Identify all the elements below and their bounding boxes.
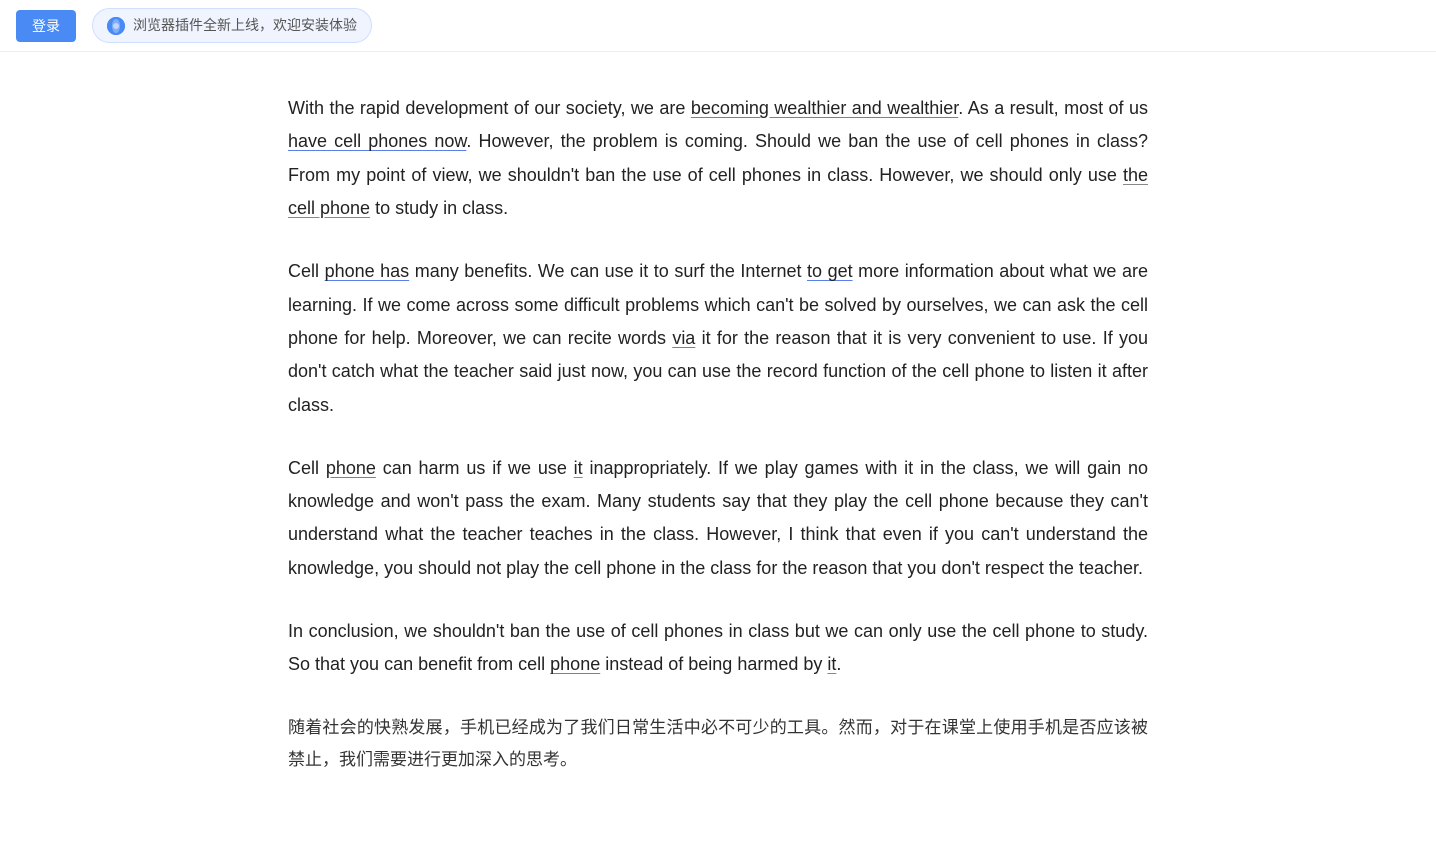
paragraph-2: Cell phone has many benefits. We can use… <box>288 255 1148 421</box>
underline-have-cell: have cell phones now <box>288 131 466 151</box>
paragraph-1: With the rapid development of our societ… <box>288 92 1148 225</box>
paragraph-4: In conclusion, we shouldn't ban the use … <box>288 615 1148 682</box>
underline-to-get: to get <box>807 261 853 281</box>
login-button[interactable]: 登录 <box>16 10 76 42</box>
content-area: With the rapid development of our societ… <box>268 52 1168 846</box>
paragraph-5-chinese: 随着社会的快熟发展，手机已经成为了我们日常生活中必不可少的工具。然而，对于在课堂… <box>288 712 1148 777</box>
plugin-icon <box>107 17 125 35</box>
underline-the-cell: the cell phone <box>288 165 1148 218</box>
underline-phone-has: phone has <box>325 261 410 281</box>
plugin-banner[interactable]: 浏览器插件全新上线，欢迎安装体验 <box>92 8 372 43</box>
underline-becoming: becoming wealthier and wealthier <box>691 98 958 118</box>
plugin-text: 浏览器插件全新上线，欢迎安装体验 <box>133 13 357 38</box>
underline-phone: phone <box>326 458 376 478</box>
top-bar: 登录 浏览器插件全新上线，欢迎安装体验 <box>0 0 1436 52</box>
underline-it-2: it <box>827 654 836 674</box>
underline-it-1: it <box>574 458 583 478</box>
underline-phone-2: phone <box>550 654 600 674</box>
paragraph-3: Cell phone can harm us if we use it inap… <box>288 452 1148 585</box>
underline-via: via <box>672 328 695 348</box>
